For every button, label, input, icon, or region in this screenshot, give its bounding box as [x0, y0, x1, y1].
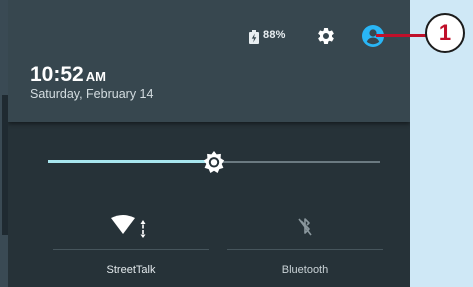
tile-label-bluetooth: Bluetooth	[281, 264, 329, 276]
tile-wifi[interactable]: StreetTalk	[53, 205, 209, 285]
tile-divider	[227, 249, 383, 250]
gear-icon[interactable]	[316, 26, 336, 46]
clock-time-digits: 10:52	[30, 63, 84, 86]
tile-divider	[53, 249, 209, 250]
brightness-slider[interactable]	[48, 150, 380, 174]
battery-percentage: 88%	[263, 29, 286, 41]
clock-date: Saturday, February 14	[30, 87, 154, 101]
callout-number-badge: 1	[425, 13, 465, 53]
battery-charging-icon	[249, 30, 259, 44]
quick-settings-header: 88% 10:52 AM Saturday, February 14	[8, 0, 410, 122]
clock-time: 10:52 AM	[30, 63, 106, 87]
clock-ampm: AM	[85, 69, 106, 84]
tile-bluetooth[interactable]: Bluetooth	[227, 205, 383, 285]
background-app-edge	[0, 0, 8, 287]
callout-pointer-line	[376, 34, 428, 37]
brightness-track-fill	[48, 160, 214, 163]
tile-label-wifi: StreetTalk	[106, 264, 156, 276]
quick-settings-panel: 88% 10:52 AM Saturday, February 14 Stree…	[8, 0, 410, 287]
bluetooth-off-icon	[298, 218, 312, 236]
brightness-thumb-icon[interactable]	[202, 150, 226, 174]
wifi-icon	[111, 215, 146, 238]
